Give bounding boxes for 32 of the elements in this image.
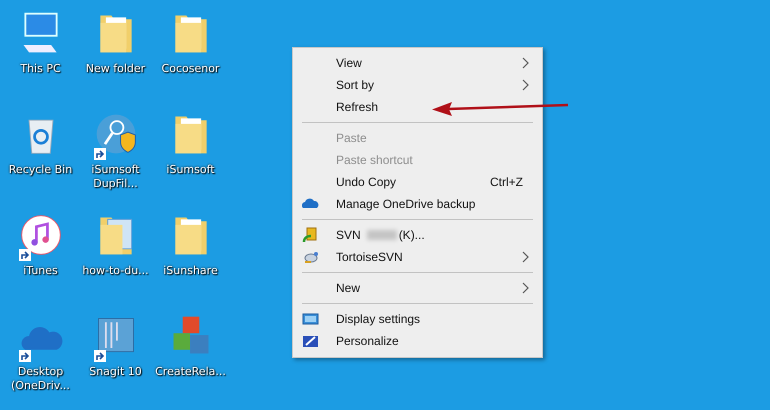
icon-label[interactable]: Cocosenor [154, 62, 228, 76]
icon-label[interactable]: Desktop (OneDriv... [4, 365, 78, 393]
svn-folder-icon [302, 226, 319, 244]
icon-label[interactable]: iTunes [4, 264, 78, 278]
icon-label[interactable]: Recycle Bin [4, 163, 78, 177]
shortcut-arrow-icon [18, 350, 30, 362]
menu-item[interactable]: Display settings [293, 308, 542, 330]
menu-item[interactable]: Manage OneDrive backup [293, 193, 542, 215]
icon-label[interactable]: This PC [4, 62, 78, 76]
menu-item[interactable]: Undo Copy Ctrl+Z [293, 171, 542, 193]
menu-item[interactable]: Sort by [293, 74, 542, 96]
chevron-right-icon [522, 251, 530, 263]
menu-item[interactable]: Personalize [293, 330, 542, 352]
icon-label[interactable]: how-to-du... [78, 264, 152, 278]
icon-label[interactable]: CreateRela... [154, 365, 228, 379]
shortcut-arrow-icon [94, 350, 106, 362]
chevron-right-icon [522, 79, 530, 91]
icon-label[interactable]: iSunshare [154, 264, 228, 278]
menu-item[interactable]: TortoiseSVN [293, 246, 542, 268]
icon-label[interactable]: New folder [78, 62, 152, 76]
chevron-right-icon [522, 57, 530, 69]
monitor-icon [302, 310, 319, 328]
menu-item[interactable]: Refresh [293, 96, 542, 118]
chevron-right-icon [522, 282, 530, 294]
icon-label[interactable]: iSumsoft [154, 163, 228, 177]
shortcut-arrow-icon [18, 249, 30, 261]
menu-item[interactable]: View [293, 52, 542, 74]
menu-item[interactable]: New [293, 277, 542, 299]
shortcut-arrow-icon [94, 148, 106, 160]
icon-label[interactable]: Snagit 10 [78, 365, 152, 379]
menu-item[interactable]: SVN (K)... [293, 224, 542, 246]
icon-label[interactable]: iSumsoft DupFil... [78, 163, 152, 191]
